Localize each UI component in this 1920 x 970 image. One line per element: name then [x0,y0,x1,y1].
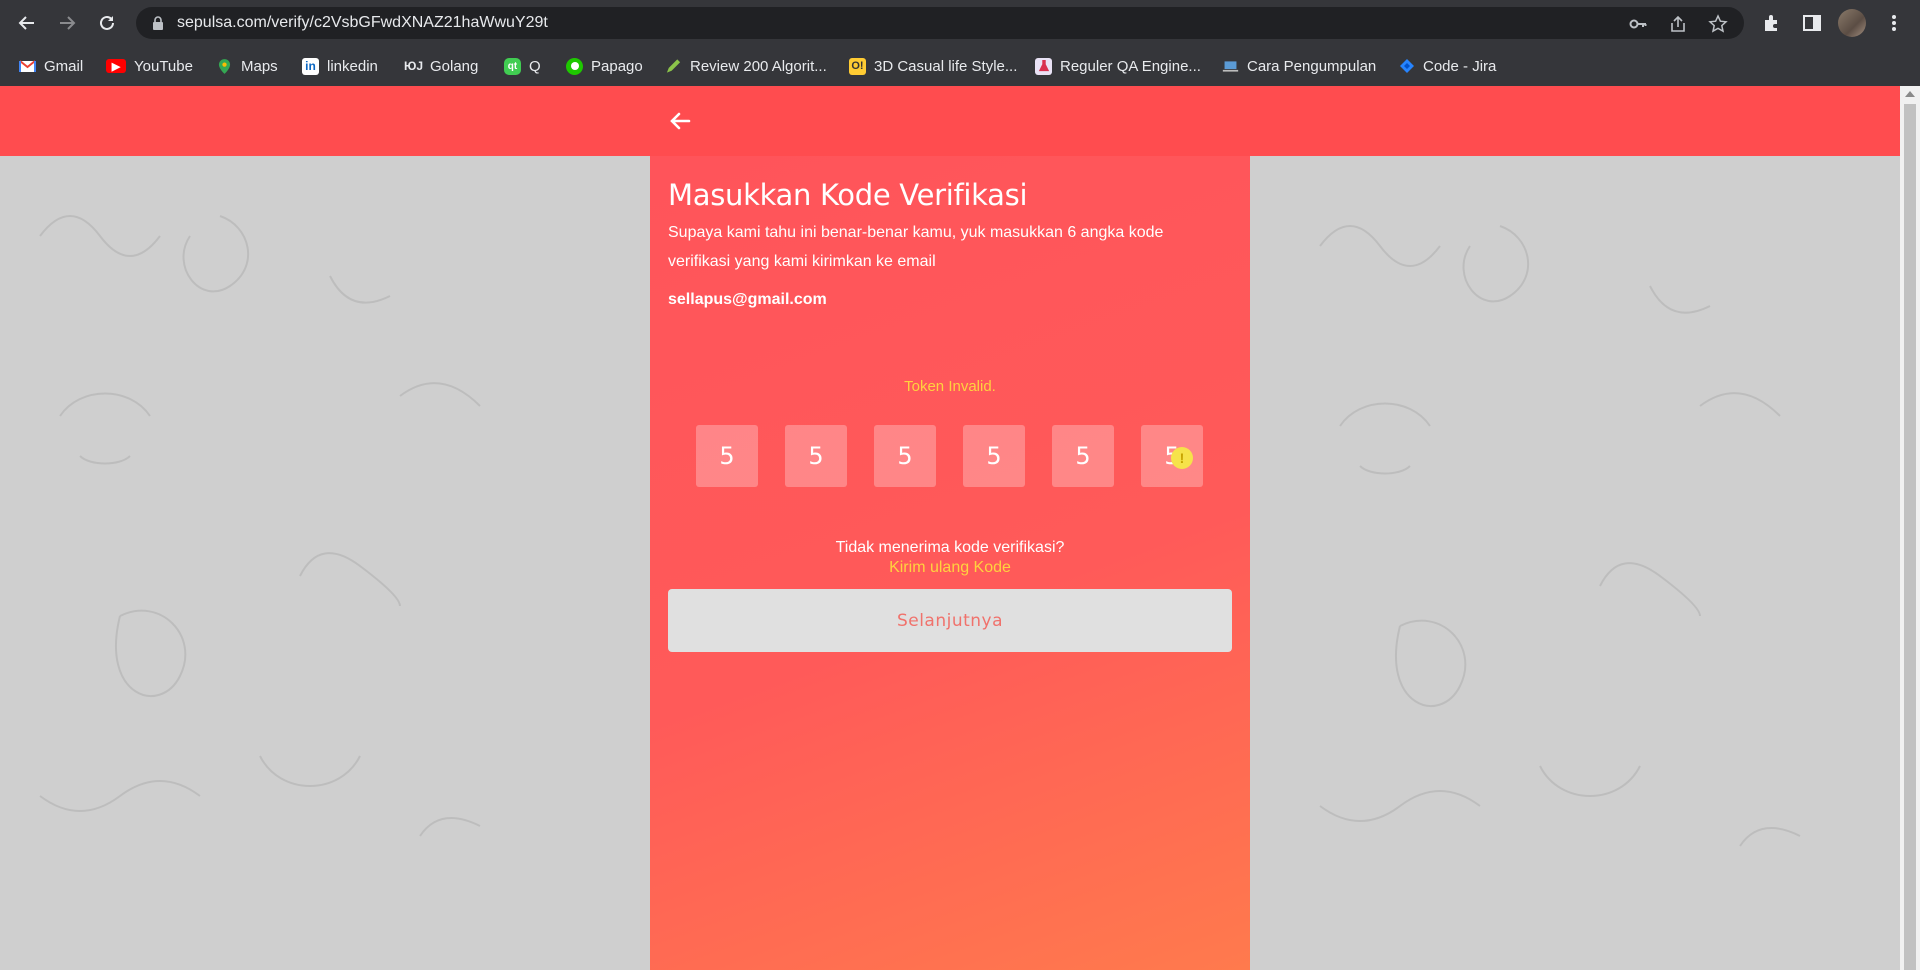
bookmark-cara-pengumpulan[interactable]: Cara Pengumpulan [1222,55,1376,77]
browser-chrome: sepulsa.com/verify/c2VsbGFwdXNAZ21haWwuY… [0,0,1920,86]
gmail-icon [19,58,36,75]
maps-icon [216,58,233,75]
bookmark-youtube[interactable]: ▶ YouTube [106,55,193,77]
bookmark-q[interactable]: qt Q [504,55,541,77]
resend-code-link[interactable]: Kirim ulang Kode [650,559,1250,577]
bookmark-review-algorithm[interactable]: Review 200 Algorit... [665,55,827,77]
extensions-icon[interactable] [1761,12,1783,34]
share-icon[interactable] [1668,14,1688,34]
no-code-text: Tidak menerima kode verifikasi? [835,539,1065,556]
email-address: sellapus@gmail.com [668,291,827,308]
pencil-icon [665,58,682,75]
reload-icon [100,15,114,30]
youtube-icon: ▶ [106,59,126,73]
browser-toolbar: sepulsa.com/verify/c2VsbGFwdXNAZ21haWwuY… [0,0,1920,46]
reload-button[interactable] [93,9,121,37]
bookmark-reguler-qa[interactable]: Reguler QA Engine... [1035,55,1201,77]
golang-icon: ЮJ [403,59,424,73]
star-icon[interactable] [1708,14,1728,34]
bookmark-golang[interactable]: ЮJ Golang [403,55,478,77]
code-digit-input[interactable]: 5 [1052,425,1114,487]
back-button[interactable] [13,9,41,37]
bookmark-3d-casual[interactable]: O! 3D Casual life Style... [849,55,1017,77]
flask-icon [1035,57,1052,75]
url-text: sepulsa.com/verify/c2VsbGFwdXNAZ21haWwuY… [177,14,548,31]
more-menu-icon[interactable] [1883,12,1905,34]
warning-icon: ! [1171,447,1193,469]
page-scrollbar[interactable] [1900,86,1920,970]
profile-avatar[interactable] [1838,9,1866,37]
code-digit-input[interactable]: 5 [696,425,758,487]
arrow-left-icon [18,16,34,30]
qt-icon: qt [504,57,521,75]
bookmarks-bar: Gmail ▶ YouTube Maps in linkedin ЮJ Gola… [0,46,1920,86]
arrow-right-icon [60,16,76,30]
scroll-up-arrow-icon[interactable] [1905,91,1915,97]
bookmark-gmail[interactable]: Gmail [19,55,83,77]
page-title: Masukkan Kode Verifikasi [668,178,1028,212]
papago-icon [566,57,583,75]
verification-description: Supaya kami tahu ini benar-benar kamu, y… [668,224,1164,270]
code-digit-input[interactable]: 5 [785,425,847,487]
code-digit-input[interactable]: 5 [874,425,936,487]
verification-card: Masukkan Kode Verifikasi Supaya kami tah… [650,156,1250,970]
next-button[interactable]: Selanjutnya [668,589,1232,652]
bookmark-papago[interactable]: Papago [566,55,643,77]
bookmark-code-jira[interactable]: Code - Jira [1398,55,1496,77]
key-icon[interactable] [1628,14,1648,34]
page-content: Masukkan Kode Verifikasi Supaya kami tah… [0,86,1920,970]
o-icon: O! [849,57,866,75]
scrollbar-thumb[interactable] [1904,104,1916,970]
jira-icon [1398,58,1415,75]
back-arrow-icon[interactable] [665,106,695,136]
forward-button[interactable] [53,9,81,37]
laptop-icon [1222,58,1239,75]
side-panel-icon[interactable] [1801,12,1823,34]
error-message: Token Invalid. [904,378,996,395]
lock-icon [153,16,163,30]
app-header [0,86,1900,156]
linkedin-icon: in [302,57,319,75]
code-digit-input[interactable]: 5 [963,425,1025,487]
bookmark-maps[interactable]: Maps [216,55,278,77]
address-bar[interactable]: sepulsa.com/verify/c2VsbGFwdXNAZ21haWwuY… [136,7,1744,39]
bookmark-linkedin[interactable]: in linkedin [302,55,378,77]
